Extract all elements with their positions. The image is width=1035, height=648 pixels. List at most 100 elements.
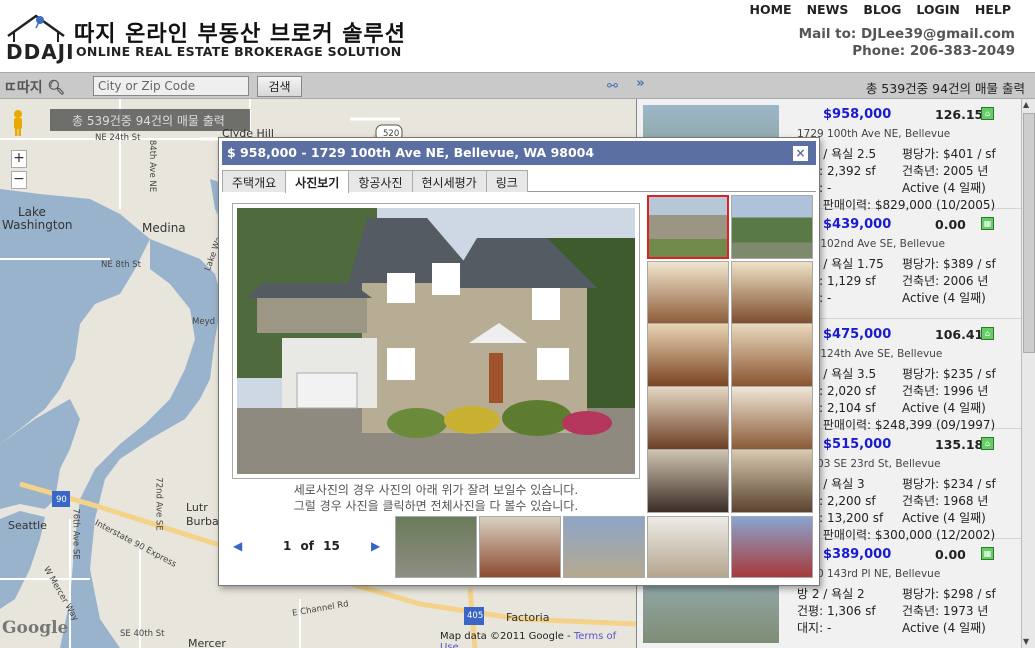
building-icon: ▦ (981, 547, 994, 560)
listing-price-per-sf: 평당가: $235 / sf (902, 367, 996, 381)
photo-thumbnail[interactable] (647, 195, 729, 259)
listing-status: Active (4 일째) (902, 291, 986, 305)
map-label: 90 (56, 495, 67, 505)
photo-popup: $ 958,000 - 1729 100th Ave NE, Bellevue,… (218, 137, 820, 586)
phone-text: Phone: 206-383-2049 (852, 43, 1015, 59)
nav-blog[interactable]: BLOG (863, 2, 901, 17)
photo-thumbnail[interactable] (479, 516, 561, 578)
nav-help[interactable]: HELP (975, 2, 1011, 17)
mail-link[interactable]: Mail to: DJLee39@gmail.com (799, 26, 1015, 43)
prev-photo-icon[interactable]: ◀ (233, 539, 242, 553)
nav-login[interactable]: LOGIN (916, 2, 960, 17)
search-button[interactable]: 검색 (257, 76, 302, 97)
listing-price-per-sf: 평당가: $389 / sf (902, 257, 996, 271)
photo-note-line: 세로사진의 경우 사진의 아래 위가 잘려 보일수 있습니다. (293, 483, 579, 497)
magnifier-icon: 🔍︎ (47, 80, 66, 96)
photo-thumbnail[interactable] (731, 261, 813, 325)
brand-logo-text: DDAJI (6, 40, 75, 64)
photo-note: 세로사진의 경우 사진의 아래 위가 잘려 보일수 있습니다. 그럴 경우 사진… (232, 482, 640, 514)
tab-photos[interactable]: 사진보기 (285, 170, 350, 193)
popup-title: $ 958,000 - 1729 100th Ave NE, Bellevue,… (222, 141, 816, 165)
nav-news[interactable]: NEWS (807, 2, 849, 17)
tab-valuation[interactable]: 현시세평가 (411, 170, 487, 192)
popup-tabs: 주택개요 사진보기 항공사진 현시세평가 링크 (222, 170, 816, 193)
listing-status: Active (4 일째) (902, 401, 986, 415)
listing-price-per-sf: 평당가: $298 / sf (902, 587, 996, 601)
close-button[interactable]: × (793, 146, 808, 161)
house-icon: ⌂ (981, 327, 994, 340)
photo-thumbnail[interactable] (647, 386, 729, 450)
photo-thumbnail[interactable] (731, 195, 813, 259)
street-view-pegman-icon[interactable] (10, 109, 26, 137)
photo-thumbnail[interactable] (647, 261, 729, 325)
map-label: Factoria (506, 611, 550, 624)
expand-panel-icon[interactable]: » (632, 76, 649, 96)
map-label: Lutr (186, 501, 208, 514)
listing-score: 135.18 (935, 437, 984, 452)
photo-thumbnail[interactable] (731, 516, 813, 578)
listing-price[interactable]: $475,000 (823, 327, 891, 342)
photo-thumbnail[interactable] (647, 449, 729, 513)
map-label: 72nd Ave SE (153, 477, 164, 531)
listing-price-per-sf: 평당가: $401 / sf (902, 147, 996, 161)
listing-status: Active (4 일째) (902, 511, 986, 525)
listing-score: 0.00 (935, 217, 966, 232)
photo-thumbnail[interactable] (647, 516, 729, 578)
photo-thumbnail[interactable] (647, 323, 729, 387)
listing-year: 건축년: 1968 년 (902, 494, 989, 508)
nav-home[interactable]: HOME (750, 2, 792, 17)
listing-price[interactable]: $389,000 (823, 547, 891, 562)
tab-aerial[interactable]: 항공사진 (348, 170, 413, 192)
house-icon: ⌂ (981, 437, 994, 450)
map-label: NE 8th St (101, 260, 141, 270)
toolbar-logo: ㄸ따지 🔍︎ (4, 80, 66, 96)
listing-price[interactable]: $439,000 (823, 217, 891, 232)
listing-status: Active (4 일째) (902, 181, 986, 195)
listing-price[interactable]: $958,000 (823, 107, 891, 122)
google-logo: Google (2, 618, 69, 638)
map-result-count: 총 539건중 94건의 매물 출력 (50, 109, 250, 131)
map-attribution: Map data ©2011 Google - Terms of Use (440, 631, 636, 648)
photo-thumbnail[interactable] (731, 323, 813, 387)
zoom-out-button[interactable]: − (11, 171, 27, 189)
photo-thumbnail[interactable] (395, 516, 477, 578)
listing-price[interactable]: $515,000 (823, 437, 891, 452)
map-label: 76th Ave SE (70, 508, 81, 560)
photo-thumbnail[interactable] (731, 449, 813, 513)
listing-year: 건축년: 2006 년 (902, 274, 989, 288)
search-toolbar: ㄸ따지 🔍︎ 검색 ⚯ » 총 539건중 94건의 매물 출력 (0, 72, 1035, 99)
next-photo-icon[interactable]: ▶ (371, 539, 380, 553)
zoom-in-button[interactable]: + (11, 150, 27, 168)
tab-overview[interactable]: 주택개요 (222, 170, 287, 192)
listing-scrollbar[interactable]: ▲ ▼ (1021, 99, 1035, 648)
map-label: Meyd (192, 317, 215, 327)
header: 따지 온라인 부동산 브로커 솔루션 DDAJI ONLINE REAL EST… (0, 0, 1035, 72)
house-icon: ⌂ (981, 107, 994, 120)
contact-info: Mail to: DJLee39@gmail.com Phone: 206-38… (799, 26, 1015, 60)
map-label: NE 24th St (95, 133, 141, 143)
building-icon: ▦ (981, 217, 994, 230)
result-count: 총 539건중 94건의 매물 출력 (865, 81, 1025, 96)
map-label: Medina (142, 221, 186, 235)
brand-subtitle: ONLINE REAL ESTATE BROKERAGE SOLUTION (76, 44, 402, 59)
scroll-up-icon[interactable]: ▲ (1023, 100, 1029, 109)
search-input[interactable] (93, 76, 249, 96)
scroll-down-icon[interactable]: ▼ (1023, 637, 1029, 646)
scrollbar-thumb[interactable] (1023, 113, 1035, 353)
photo-pager: ◀ 1 of 15 ▶ (233, 538, 383, 558)
listing-year: 건축년: 1996 년 (902, 384, 989, 398)
tab-links[interactable]: 링크 (485, 170, 528, 192)
listing-score: 106.41 (935, 327, 984, 342)
map-label: SE 40th St (120, 629, 165, 639)
listing-status: Active (4 일째) (902, 621, 986, 635)
listing-price-per-sf: 평당가: $234 / sf (902, 477, 996, 491)
listing-year: 건축년: 2005 년 (902, 164, 989, 178)
photo-thumbnail[interactable] (563, 516, 645, 578)
link-icon[interactable]: ⚯ (607, 79, 618, 94)
main-house-photo[interactable] (232, 203, 640, 479)
top-navigation: HOME NEWS BLOG LOGIN HELP (750, 2, 1011, 17)
listing-year: 건축년: 1973 년 (902, 604, 989, 618)
photo-thumbnail[interactable] (731, 386, 813, 450)
listing-score: 126.15 (935, 107, 984, 122)
map-label: Mercer (188, 637, 226, 648)
